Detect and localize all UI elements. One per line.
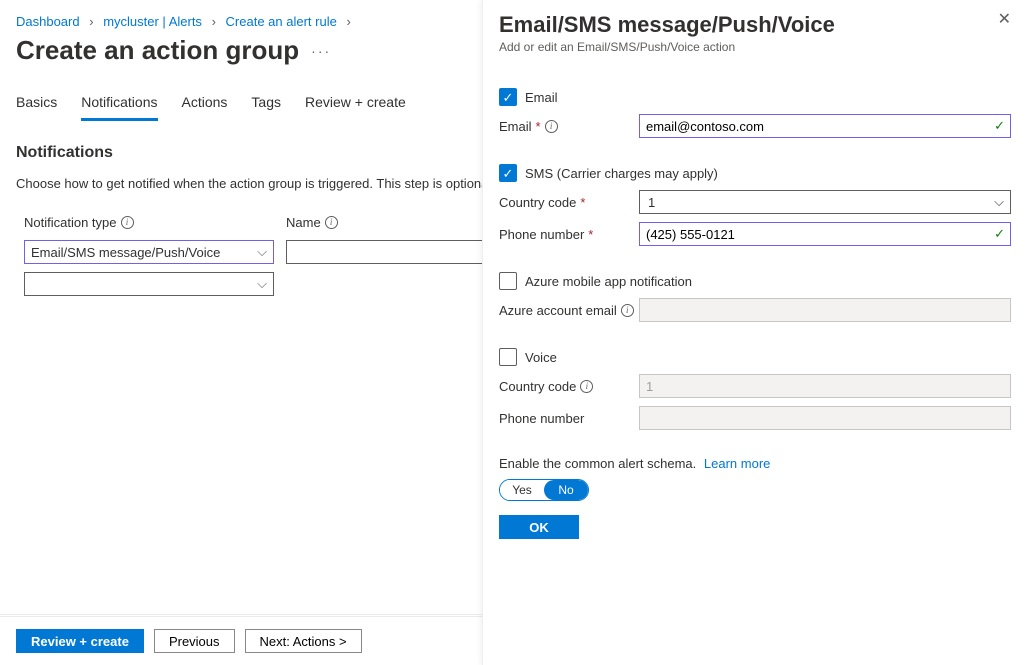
toggle-no[interactable]: No: [544, 480, 588, 500]
col-header-type: Notification type: [24, 215, 286, 230]
panel-title: Email/SMS message/Push/Voice: [499, 12, 835, 38]
info-icon[interactable]: [545, 120, 558, 133]
toggle-yes[interactable]: Yes: [500, 480, 544, 500]
panel-subtitle: Add or edit an Email/SMS/Push/Voice acti…: [499, 40, 835, 54]
tab-review[interactable]: Review + create: [305, 94, 406, 121]
chevron-right-icon: ›: [346, 14, 350, 29]
voice-country-input: [639, 374, 1011, 398]
info-icon[interactable]: [121, 216, 134, 229]
info-icon[interactable]: [621, 304, 634, 317]
push-account-input: [639, 298, 1011, 322]
chevron-down-icon: ⌵: [257, 244, 267, 260]
tab-tags[interactable]: Tags: [251, 94, 281, 121]
schema-row: Enable the common alert schema. Learn mo…: [499, 456, 1011, 471]
chevron-right-icon: ›: [212, 14, 216, 29]
ok-button[interactable]: OK: [499, 515, 579, 539]
email-checkbox[interactable]: [499, 88, 517, 106]
next-button[interactable]: Next: Actions >: [245, 629, 362, 653]
voice-phone-label: Phone number: [499, 411, 639, 426]
notification-type-select[interactable]: ⌵: [24, 272, 274, 296]
email-field-label: Email*: [499, 119, 639, 134]
close-icon[interactable]: ✕: [998, 12, 1011, 28]
sms-country-value: 1: [648, 195, 655, 210]
sms-phone-input[interactable]: [639, 222, 1011, 246]
schema-toggle[interactable]: Yes No: [499, 479, 589, 501]
sms-checkbox-label: SMS (Carrier charges may apply): [525, 166, 718, 181]
previous-button[interactable]: Previous: [154, 629, 235, 653]
review-create-button[interactable]: Review + create: [16, 629, 144, 653]
info-icon[interactable]: [580, 380, 593, 393]
chevron-down-icon: ⌵: [257, 276, 267, 292]
breadcrumb-link-0[interactable]: Dashboard: [16, 14, 80, 29]
email-checkbox-label: Email: [525, 90, 558, 105]
tab-notifications[interactable]: Notifications: [81, 94, 157, 121]
breadcrumb-link-1[interactable]: mycluster | Alerts: [103, 14, 202, 29]
more-actions-icon[interactable]: ···: [311, 43, 331, 59]
voice-phone-input: [639, 406, 1011, 430]
flyout-panel: Email/SMS message/Push/Voice Add or edit…: [482, 0, 1027, 665]
voice-country-label: Country code: [499, 379, 639, 394]
push-checkbox[interactable]: [499, 272, 517, 290]
email-input[interactable]: [639, 114, 1011, 138]
voice-checkbox[interactable]: [499, 348, 517, 366]
notification-type-select[interactable]: Email/SMS message/Push/Voice ⌵: [24, 240, 274, 264]
sms-country-label: Country code*: [499, 195, 639, 210]
voice-checkbox-label: Voice: [525, 350, 557, 365]
page-title: Create an action group: [16, 35, 299, 66]
sms-checkbox[interactable]: [499, 164, 517, 182]
sms-phone-label: Phone number*: [499, 227, 639, 242]
schema-text: Enable the common alert schema.: [499, 456, 696, 471]
check-icon: ✓: [994, 226, 1005, 242]
col-header-name-label: Name: [286, 215, 321, 230]
check-icon: ✓: [994, 118, 1005, 134]
push-checkbox-label: Azure mobile app notification: [525, 274, 692, 289]
tab-basics[interactable]: Basics: [16, 94, 57, 121]
tab-actions[interactable]: Actions: [182, 94, 228, 121]
learn-more-link[interactable]: Learn more: [704, 456, 770, 471]
chevron-right-icon: ›: [89, 14, 93, 29]
sms-country-select[interactable]: 1 ⌵: [639, 190, 1011, 214]
notification-type-value: Email/SMS message/Push/Voice: [31, 245, 220, 260]
breadcrumb-link-2[interactable]: Create an alert rule: [226, 14, 337, 29]
chevron-down-icon: ⌵: [994, 194, 1004, 210]
col-header-name: Name: [286, 215, 486, 230]
info-icon[interactable]: [325, 216, 338, 229]
col-header-type-label: Notification type: [24, 215, 117, 230]
push-account-label: Azure account email: [499, 303, 639, 318]
